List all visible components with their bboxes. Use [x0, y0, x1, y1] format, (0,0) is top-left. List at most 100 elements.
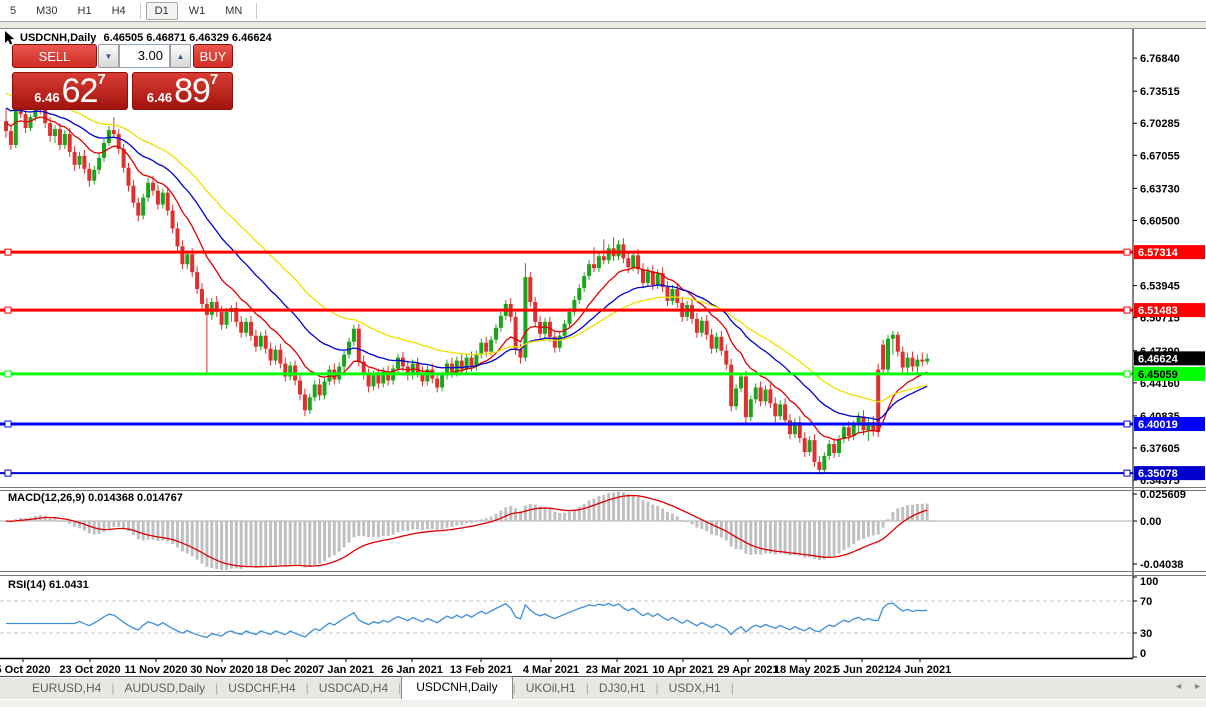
candle — [347, 337, 351, 359]
price-tick-label: 6.37605 — [1140, 443, 1180, 455]
candle — [312, 380, 317, 402]
candle — [925, 353, 930, 365]
macd-bar — [107, 521, 111, 530]
macd-bar — [528, 503, 532, 522]
macd-bar — [342, 521, 346, 548]
timeframe-button-w1[interactable]: W1 — [180, 2, 215, 20]
hline-handle[interactable] — [1123, 306, 1131, 314]
macd-bar — [122, 521, 126, 529]
candle — [528, 272, 533, 307]
macd-bar — [803, 521, 807, 558]
hline-handle[interactable] — [1123, 420, 1131, 428]
macd-bar — [715, 521, 718, 536]
macd-bar — [411, 521, 415, 530]
hline-handle[interactable] — [4, 370, 12, 378]
date-label: 13 Feb 2021 — [450, 664, 512, 676]
macd-bar — [210, 521, 214, 568]
macd-bar — [396, 521, 400, 533]
timeframe-button-d1[interactable]: D1 — [145, 1, 178, 20]
macd-bar — [636, 496, 640, 522]
macd-bar — [372, 521, 375, 537]
hline-handle[interactable] — [4, 469, 12, 477]
chart-window[interactable]: 6.76840 6.73515 6.70285 6.67055 6.63730 6.605… — [0, 29, 1206, 677]
candle — [817, 455, 822, 475]
macd-bar — [185, 521, 189, 554]
macd-bar — [190, 521, 194, 557]
candle — [886, 334, 890, 374]
macd-bar — [156, 521, 160, 541]
macd-bar — [205, 521, 209, 567]
candle — [822, 452, 827, 474]
candle — [714, 332, 719, 353]
buy-price-prefix: 6.46 — [146, 90, 173, 105]
candle — [552, 330, 557, 353]
candle — [900, 346, 905, 373]
candle — [116, 129, 121, 154]
hline-handle[interactable] — [4, 306, 12, 314]
candle — [582, 272, 587, 293]
date-label: 4 Mar 2021 — [523, 664, 579, 676]
macd-axis-label: -0.04038 — [1140, 559, 1183, 571]
macd-bar — [376, 521, 380, 538]
tab-audusd-daily[interactable]: AUDUSD,Daily — [114, 678, 215, 699]
volume-input[interactable]: 3.00 — [119, 44, 170, 68]
candle — [8, 126, 13, 150]
tab-usdchf-h4[interactable]: USDCHF,H4 — [218, 678, 305, 699]
tab-usdx-h1[interactable]: USDX,H1 — [659, 678, 731, 699]
candle — [288, 361, 293, 381]
tab-eurusd-h4[interactable]: EURUSD,H4 — [22, 678, 111, 699]
timeframe-button-h1[interactable]: H1 — [69, 2, 101, 20]
tab-scroll-right-icon[interactable]: ► — [1193, 681, 1202, 691]
candle — [351, 324, 356, 346]
macd-bar — [901, 507, 905, 522]
hline-handle[interactable] — [4, 248, 12, 256]
candle — [832, 438, 837, 458]
volume-decrease-button[interactable]: ▼ — [98, 44, 119, 68]
timeframe-button-h4[interactable]: H4 — [103, 2, 135, 20]
candle — [386, 365, 391, 386]
tab-usdcad-h4[interactable]: USDCAD,H4 — [309, 678, 398, 699]
sell-quote-panel[interactable]: 6.46 62 7 — [12, 71, 128, 110]
macd-bar — [822, 521, 826, 560]
date-label: 29 Apr 2021 — [717, 664, 778, 676]
macd-bar — [607, 492, 611, 522]
chart-canvas[interactable]: 6.76840 6.73515 6.70285 6.67055 6.63730 6.605… — [0, 29, 1206, 677]
candle — [758, 381, 763, 407]
macd-bar — [308, 521, 312, 568]
timeframe-button-mn[interactable]: MN — [216, 2, 251, 20]
hline-handle[interactable] — [4, 420, 12, 428]
hline-handle[interactable] — [1123, 248, 1131, 256]
hline-handle[interactable] — [1123, 469, 1131, 477]
tab-usdcnh-daily[interactable]: USDCNH,Daily — [401, 676, 513, 699]
candle — [97, 153, 102, 174]
macd-bar — [768, 521, 772, 554]
tab-dj30-h1[interactable]: DJ30,H1 — [589, 678, 656, 699]
macd-bar — [484, 518, 488, 522]
level-price-tag-text: 6.51483 — [1138, 305, 1178, 317]
macd-bar — [225, 521, 228, 570]
macd-bar — [278, 521, 282, 566]
candle — [709, 328, 714, 354]
macd-bar — [229, 521, 233, 569]
buy-button[interactable]: BUY — [193, 44, 233, 68]
macd-bar — [558, 512, 562, 522]
macd-bar — [886, 519, 890, 522]
macd-bar — [68, 521, 72, 524]
macd-bar — [274, 521, 277, 566]
candle — [773, 397, 778, 423]
candle — [249, 315, 253, 341]
macd-bar — [891, 512, 895, 522]
macd-bar — [827, 521, 831, 558]
candle — [263, 329, 268, 354]
buy-quote-panel[interactable]: 6.46 89 7 — [132, 71, 233, 110]
timeframe-button-5[interactable]: 5 — [1, 2, 25, 20]
tab-ukoil-h1[interactable]: UKOil,H1 — [516, 678, 586, 699]
volume-increase-button[interactable]: ▲ — [170, 44, 191, 68]
timeframe-button-m30[interactable]: M30 — [27, 2, 66, 20]
sell-button[interactable]: SELL — [12, 44, 97, 68]
tab-scroll-left-icon[interactable]: ◄ — [1174, 681, 1183, 691]
macd-bar — [136, 521, 140, 540]
macd-bar — [435, 521, 439, 531]
hline-handle[interactable] — [1123, 370, 1131, 378]
macd-bar — [592, 498, 596, 522]
